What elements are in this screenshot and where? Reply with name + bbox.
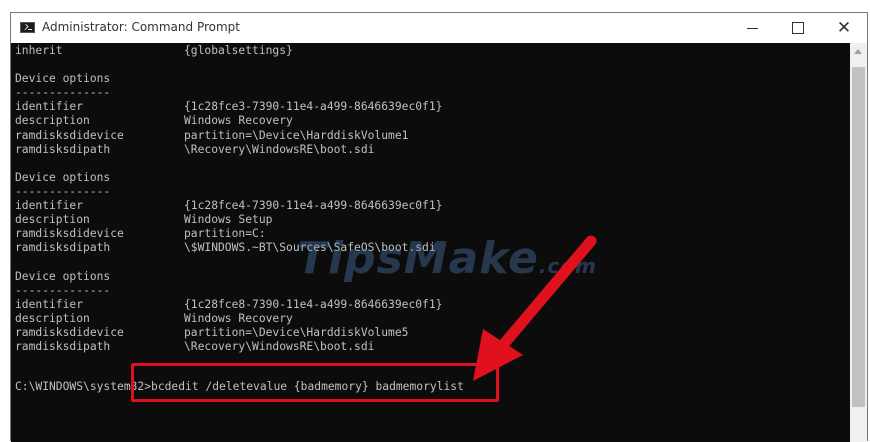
console-line: inherit {globalsettings} xyxy=(15,44,442,58)
console-line: description Windows Recovery xyxy=(15,312,442,326)
console-line-value: {1c28fce3-7390-11e4-a499-8646639ec0f1} xyxy=(184,100,443,114)
console-line-key: ramdisksdidevice xyxy=(15,128,124,142)
console-line-key: ramdisksdidevice xyxy=(15,227,124,241)
console-line-value: {globalsettings} xyxy=(184,44,293,57)
console-line-key: Device options xyxy=(15,269,111,283)
console-line-key: description xyxy=(15,311,90,325)
console-line-key: identifier xyxy=(15,297,84,311)
console-line-value: partition=\Device\HarddiskVolume1 xyxy=(184,128,409,142)
red-arrow-annotation xyxy=(473,235,597,381)
console-line: Device options xyxy=(15,72,442,86)
minimize-button[interactable] xyxy=(729,13,775,43)
console-line-key: ramdisksdipath xyxy=(15,241,111,255)
console-line: -------------- xyxy=(15,86,442,100)
console-line-value: \Recovery\WindowsRE\boot.sdi xyxy=(184,339,375,353)
console-line: identifier {1c28fce3-7390-11e4-a499-86466… xyxy=(15,100,442,114)
title-bar[interactable]: Administrator: Command Prompt ✕ xyxy=(11,13,867,43)
console-line-value: \Recovery\WindowsRE\boot.sdi xyxy=(184,142,375,156)
console-line: ramdisksdipath \Recovery\WindowsRE\boot.s… xyxy=(15,340,442,354)
console-line-value: Windows Setup xyxy=(184,213,273,227)
console-line-key: -------------- xyxy=(15,283,111,297)
console-line-key: -------------- xyxy=(15,86,111,100)
console-line: Device options xyxy=(15,171,442,185)
close-button[interactable]: ✕ xyxy=(821,13,867,43)
window-title: Administrator: Command Prompt xyxy=(42,20,240,34)
console-line: identifier {1c28fce8-7390-11e4-a499-86466… xyxy=(15,298,442,312)
close-icon: ✕ xyxy=(836,18,852,38)
console-line: identifier {1c28fce4-7390-11e4-a499-86466… xyxy=(15,199,442,213)
console-line: ramdisksdidevice partition=\Device\Harddi… xyxy=(15,326,442,340)
console-line-key: description xyxy=(15,213,90,227)
console-line-key: identifier xyxy=(15,199,84,213)
console-line-key: -------------- xyxy=(15,184,111,198)
console-line: -------------- xyxy=(15,284,442,298)
console-line-key: ramdisksdidevice xyxy=(15,325,124,339)
console-line-key: ramdisksdipath xyxy=(15,142,111,156)
console-line: -------------- xyxy=(15,185,442,199)
console-line-value: partition=C: xyxy=(184,227,266,241)
console-line: description Windows Setup xyxy=(15,213,442,227)
console-line-value: partition=\Device\HarddiskVolume5 xyxy=(184,325,409,339)
console-line-key: Device options xyxy=(15,72,111,86)
console-line-key: description xyxy=(15,114,90,128)
console-line: ramdisksdipath \Recovery\WindowsRE\boot.s… xyxy=(15,143,442,157)
minimize-icon xyxy=(746,27,758,29)
console-line-key: identifier xyxy=(15,100,84,114)
console-line-value: {1c28fce8-7390-11e4-a499-8646639ec0f1} xyxy=(184,297,443,311)
maximize-icon xyxy=(792,22,804,34)
console-line-value: Windows Recovery xyxy=(184,311,293,325)
scroll-thumb[interactable] xyxy=(852,67,865,407)
console-lines: inherit {globalsettings} Device options ---… xyxy=(15,44,442,354)
console-line: description Windows Recovery xyxy=(15,114,442,128)
cmd-app-icon xyxy=(20,22,35,33)
console-line-value: {1c28fce4-7390-11e4-a499-8646639ec0f1} xyxy=(184,199,443,213)
scroll-up-icon[interactable] xyxy=(854,49,862,54)
maximize-button[interactable] xyxy=(775,13,821,43)
console-line-key: Device options xyxy=(15,170,111,184)
console-line-key: inherit xyxy=(15,44,63,57)
command-highlight-box xyxy=(131,363,499,402)
console-line-key: ramdisksdipath xyxy=(15,339,111,353)
console-line-value: Windows Recovery xyxy=(184,114,293,128)
vertical-scrollbar[interactable] xyxy=(850,43,867,442)
console-output[interactable]: inherit {globalsettings} Device options ---… xyxy=(11,43,850,442)
console-line: ramdisksdidevice partition=\Device\Harddi… xyxy=(15,129,442,143)
command-prompt-window: Administrator: Command Prompt ✕ inherit {… xyxy=(10,12,868,442)
